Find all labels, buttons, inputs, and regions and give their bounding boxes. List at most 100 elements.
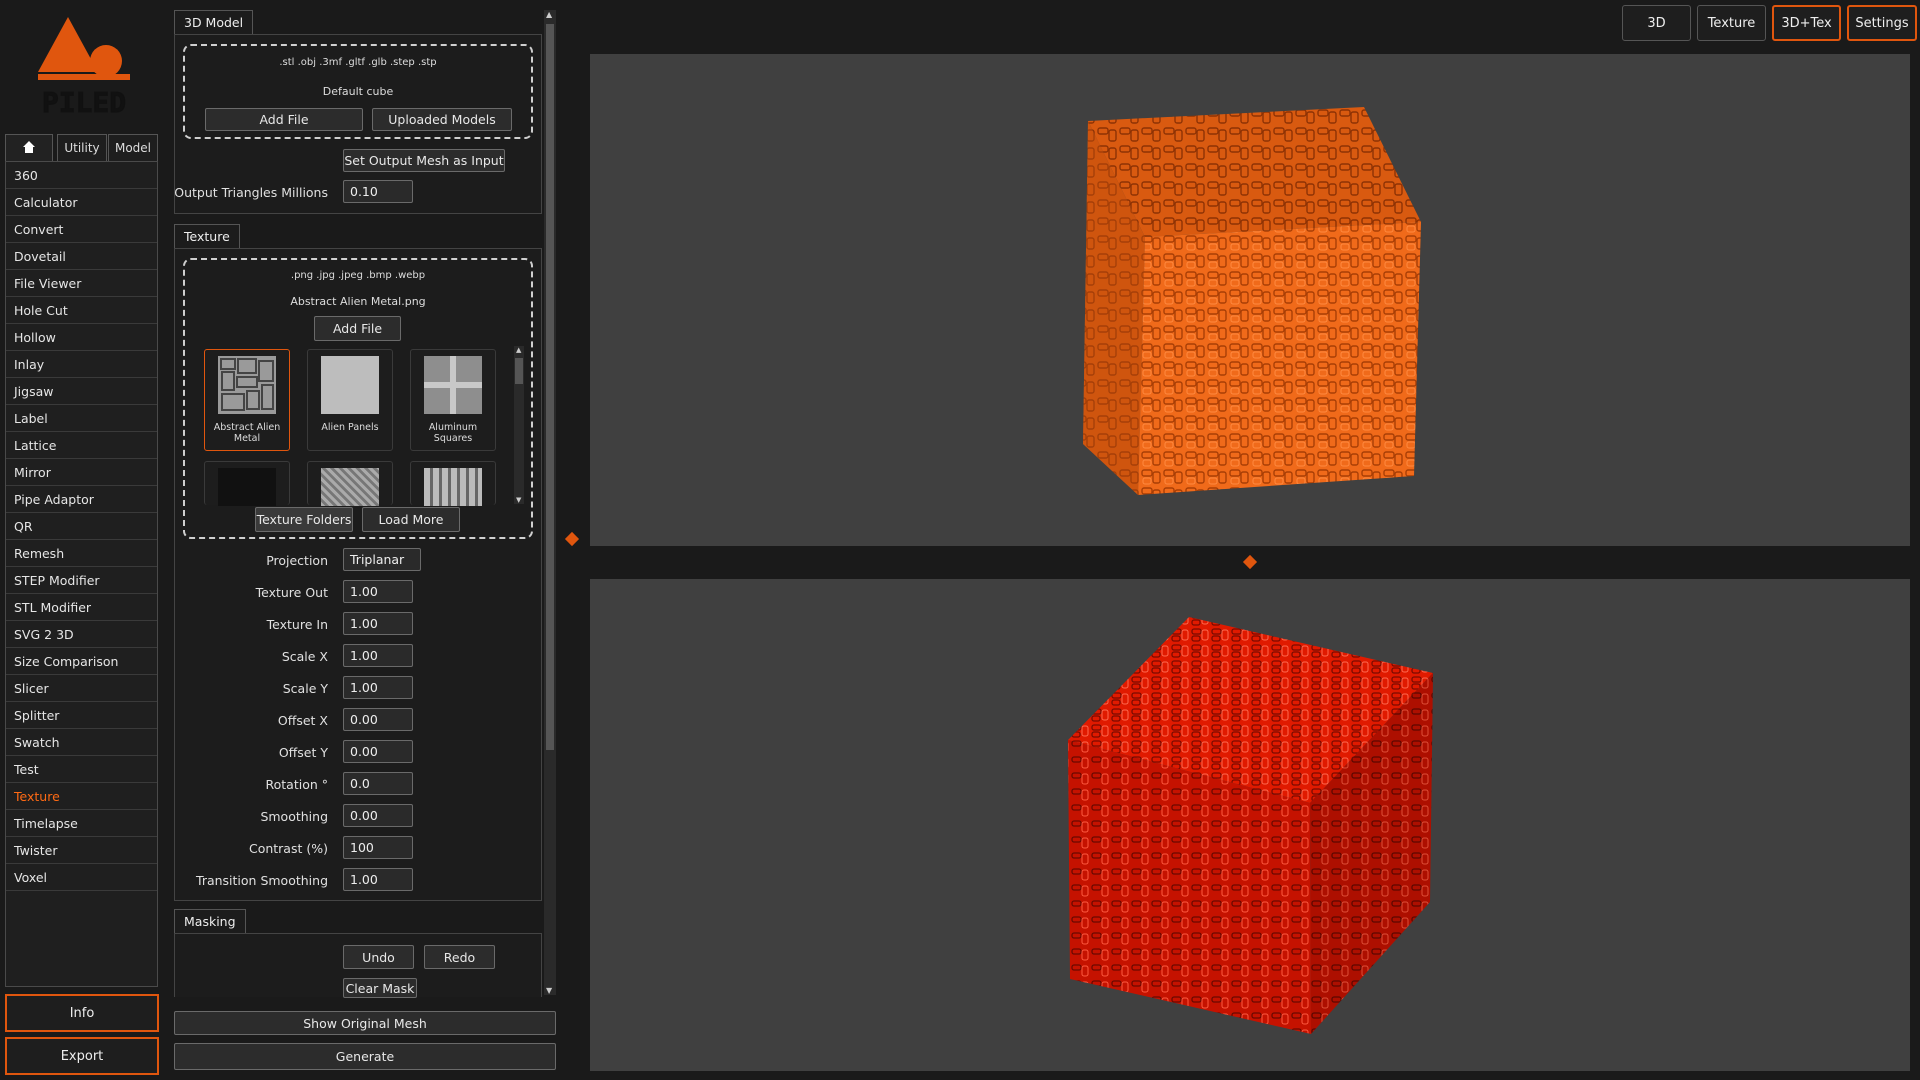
sidebar-item-hole-cut[interactable]: Hole Cut [6, 297, 157, 324]
offset-x-input[interactable]: 0.00 [343, 708, 413, 731]
texture-preview [424, 356, 482, 414]
settings-button[interactable]: Settings [1847, 5, 1917, 41]
texture-thumb[interactable] [410, 461, 496, 506]
split-handle-vertical[interactable] [564, 531, 580, 547]
texture-thumb[interactable] [204, 461, 290, 506]
viewport-textured[interactable] [590, 579, 1910, 1071]
texture-folders-button[interactable]: Texture Folders [255, 507, 353, 532]
sidebar-item-timelapse[interactable]: Timelapse [6, 810, 157, 837]
texture-out-input[interactable]: 1.00 [343, 580, 413, 603]
tab-texture[interactable]: Texture [174, 224, 240, 248]
texture-preview [218, 468, 276, 506]
texture-thumb-alien-panels[interactable]: Alien Panels [307, 349, 393, 451]
uploaded-models-button[interactable]: Uploaded Models [372, 108, 512, 131]
scale-y-input[interactable]: 1.00 [343, 676, 413, 699]
sidebar-item-pipe-adaptor[interactable]: Pipe Adaptor [6, 486, 157, 513]
texture-thumb-aluminum-squares[interactable]: Aluminum Squares [410, 349, 496, 451]
sidebar-item-file-viewer[interactable]: File Viewer [6, 270, 157, 297]
set-output-mesh-button[interactable]: Set Output Mesh as Input [343, 149, 505, 172]
sidebar-item-label[interactable]: Label [6, 405, 157, 432]
sidebar-item-size-comparison[interactable]: Size Comparison [6, 648, 157, 675]
model-formats: .stl .obj .3mf .gltf .glb .step .stp [279, 57, 437, 68]
generate-button[interactable]: Generate [174, 1043, 556, 1070]
texture-preview [218, 356, 276, 414]
sidebar-item-stl-modifier[interactable]: STL Modifier [6, 594, 157, 621]
sidebar-item-hollow[interactable]: Hollow [6, 324, 157, 351]
sidebar-item-convert[interactable]: Convert [6, 216, 157, 243]
sidebar-item-lattice[interactable]: Lattice [6, 432, 157, 459]
scale-x-label: Scale X [281, 649, 328, 664]
offset-y-input[interactable]: 0.00 [343, 740, 413, 763]
texture-in-input[interactable]: 1.00 [343, 612, 413, 635]
sidebar-item-jigsaw[interactable]: Jigsaw [6, 378, 157, 405]
tab-3d-model[interactable]: 3D Model [174, 10, 254, 34]
sidebar-item-dovetail[interactable]: Dovetail [6, 243, 157, 270]
thumb-caption: Abstract Alien Metal [213, 422, 281, 444]
sidebar-item-texture[interactable]: Texture [6, 783, 157, 810]
texture-thumb[interactable] [307, 461, 393, 506]
texture-thumb-abstract-alien-metal[interactable]: Abstract Alien Metal [204, 349, 290, 451]
texture-add-file-button[interactable]: Add File [314, 316, 401, 341]
sidebar-item-slicer[interactable]: Slicer [6, 675, 157, 702]
view-3d-button[interactable]: 3D [1622, 5, 1691, 41]
projection-label: Projection [266, 553, 328, 568]
tool-list: 360 Calculator Convert Dovetail File Viewer H… [5, 161, 158, 987]
view-texture-button[interactable]: Texture [1697, 5, 1766, 41]
sidebar-tabs: Utility Model [5, 134, 158, 161]
contrast-input[interactable]: 100 [343, 836, 413, 859]
orange-cube [1083, 107, 1421, 495]
clear-mask-button[interactable]: Clear Mask [343, 978, 417, 998]
smoothing-input[interactable]: 0.00 [343, 804, 413, 827]
sidebar-item-remesh[interactable]: Remesh [6, 540, 157, 567]
projection-select[interactable]: Triplanar [343, 548, 421, 571]
sidebar-item-twister[interactable]: Twister [6, 837, 157, 864]
rotation-label: Rotation ° [265, 777, 329, 792]
thumb-caption: Aluminum Squares [428, 422, 478, 444]
info-button[interactable]: Info [5, 994, 159, 1032]
sidebar-item-calculator[interactable]: Calculator [6, 189, 157, 216]
export-button[interactable]: Export [5, 1037, 159, 1075]
redo-button[interactable]: Redo [424, 945, 495, 969]
thumb-caption: Alien Panels [321, 422, 379, 433]
texture-preview [321, 356, 379, 414]
texture-grid-scrollbar[interactable]: ▲ ▼ [514, 346, 524, 504]
sidebar-item-svg-2-3d[interactable]: SVG 2 3D [6, 621, 157, 648]
panel-scrollbar[interactable]: ▲ ▼ [544, 10, 556, 995]
view-3d-tex-button[interactable]: 3D+Tex [1772, 5, 1841, 41]
model-add-file-button[interactable]: Add File [205, 108, 363, 131]
sidebar-item-qr[interactable]: QR [6, 513, 157, 540]
transition-smoothing-input[interactable]: 1.00 [343, 868, 413, 891]
sidebar-item-inlay[interactable]: Inlay [6, 351, 157, 378]
sidebar-item-step-modifier[interactable]: STEP Modifier [6, 567, 157, 594]
model-current-file: Default cube [322, 85, 394, 98]
show-original-mesh-button[interactable]: Show Original Mesh [174, 1011, 556, 1035]
sidebar-item-voxel[interactable]: Voxel [6, 864, 157, 891]
red-textured-cube [1068, 617, 1433, 1034]
tab-utility[interactable]: Utility [57, 134, 107, 161]
tab-masking[interactable]: Masking [174, 909, 246, 933]
scale-x-input[interactable]: 1.00 [343, 644, 413, 667]
offset-y-label: Offset Y [278, 745, 328, 760]
undo-button[interactable]: Undo [343, 945, 414, 969]
contrast-label: Contrast (%) [248, 841, 328, 856]
texture-current-file: Abstract Alien Metal.png [290, 295, 426, 308]
scale-y-label: Scale Y [282, 681, 328, 696]
home-icon [22, 140, 36, 157]
sidebar-item-360[interactable]: 360 [6, 162, 157, 189]
tab-model[interactable]: Model [108, 134, 158, 161]
texture-preview [424, 468, 482, 506]
triangles-input[interactable]: 0.10 [343, 180, 413, 203]
viewport-original[interactable] [590, 54, 1910, 546]
sidebar-item-swatch[interactable]: Swatch [6, 729, 157, 756]
load-more-button[interactable]: Load More [362, 507, 460, 532]
rotation-input[interactable]: 0.0 [343, 772, 413, 795]
split-handle-horizontal[interactable] [1242, 554, 1258, 570]
tab-home[interactable] [5, 134, 53, 161]
piled-logo: PILED [28, 12, 138, 122]
texture-in-label: Texture In [266, 617, 328, 632]
sidebar-item-test[interactable]: Test [6, 756, 157, 783]
texture-formats: .png .jpg .jpeg .bmp .webp [290, 270, 426, 281]
sidebar-item-mirror[interactable]: Mirror [6, 459, 157, 486]
sidebar-item-splitter[interactable]: Splitter [6, 702, 157, 729]
texture-out-label: Texture Out [255, 585, 328, 600]
